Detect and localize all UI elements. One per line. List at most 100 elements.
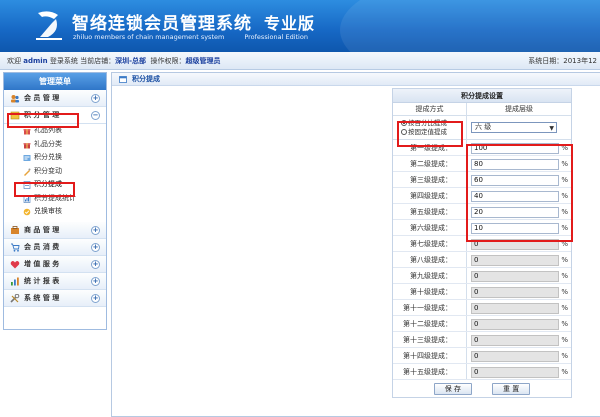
menu-group-consumption[interactable]: 会 员 消 费 +: [4, 238, 106, 256]
reset-button[interactable]: 重 置: [492, 382, 531, 395]
info-bar: 欢迎 admin 登录系统 当前店铺：深圳-总部 操作权限：超级管理员 系统日期…: [0, 52, 600, 70]
expand-icon[interactable]: +: [91, 259, 100, 269]
menu-group-system[interactable]: 系 统 管 理 +: [4, 289, 106, 307]
level-15-input[interactable]: 0: [471, 367, 559, 378]
row-label: 第十二级提成：: [393, 316, 467, 331]
percent-unit: %: [561, 336, 568, 344]
menu-group-members[interactable]: 会 员 管 理 +: [4, 90, 106, 107]
page-icon: [119, 76, 127, 83]
level-select[interactable]: 六 级 ▼: [471, 122, 557, 133]
permission-label: 操作权限：: [150, 57, 186, 65]
logo-icon: [36, 11, 62, 40]
consume-icon: [11, 243, 20, 252]
level-11-input[interactable]: 0: [471, 303, 559, 314]
row-label: 第十四级提成：: [393, 348, 467, 363]
row-label: 第九级提成：: [393, 268, 467, 283]
header-banner: 智络连锁会员管理系统 专业版 zhiluo members of chain ma…: [0, 0, 600, 52]
sidebar-item-exchange-audit[interactable]: 兑换审核: [4, 205, 106, 219]
heart-icon: [10, 260, 20, 268]
sidebar-item-points-exchange[interactable]: 积分兑换: [4, 151, 106, 165]
table-title: 积分提成设置: [393, 89, 571, 103]
table-row: 第十三级提成： 0%: [393, 332, 571, 348]
sidebar-item-label: 积分兑换: [34, 153, 62, 161]
table-header: 提成方式 提成层级: [393, 103, 571, 116]
col-mode-header: 提成方式: [393, 103, 467, 115]
row-label: 第五级提成：: [393, 204, 467, 219]
sidebar-item-label: 积分变动: [34, 166, 62, 175]
save-button[interactable]: 保 存: [433, 382, 472, 395]
current-store: 深圳-总部: [115, 57, 147, 65]
level-13-input[interactable]: 0: [471, 335, 559, 346]
exchange-icon: [23, 155, 31, 161]
chevron-down-icon: ▼: [549, 125, 554, 132]
menu-group-label: 会 员 消 费: [24, 242, 60, 251]
menu-group-label: 系 统 管 理: [24, 293, 60, 302]
table-row: 第九级提成： 0%: [393, 268, 571, 284]
level-12-input[interactable]: 0: [471, 319, 559, 330]
row-label: 第四级提成：: [393, 188, 467, 203]
collapse-icon[interactable]: −: [91, 111, 100, 120]
expand-icon[interactable]: +: [91, 242, 100, 252]
highlight-box-mode: [397, 121, 463, 147]
tools-icon: [10, 293, 20, 303]
highlight-box-points-menu: [7, 113, 79, 128]
menu-group-value-added[interactable]: 增 值 服 务 +: [4, 255, 106, 273]
gift-icon: [23, 129, 31, 135]
breadcrumb: 积分提成: [112, 73, 600, 86]
system-date: 系统日期：2013年12: [528, 57, 597, 65]
level-9-input[interactable]: 0: [471, 271, 559, 282]
expand-icon[interactable]: +: [91, 94, 100, 103]
menu-group-reports[interactable]: 统 计 报 表 +: [4, 272, 106, 290]
row-label: 第三级提成：: [393, 172, 467, 187]
row-label: 第八级提成：: [393, 252, 467, 267]
table-row: 第十二级提成： 0%: [393, 316, 571, 332]
menu-group-label: 增 值 服 务: [24, 259, 60, 268]
row-label: 第六级提成：: [393, 220, 467, 235]
change-icon: [24, 168, 31, 176]
level-8-input[interactable]: 0: [471, 255, 559, 266]
audit-icon: [23, 208, 31, 216]
expand-icon[interactable]: +: [91, 276, 100, 286]
percent-unit: %: [561, 368, 568, 376]
row-label: 第十三级提成：: [393, 332, 467, 347]
highlight-box-commission-item: [14, 182, 75, 197]
table-row: 第八级提成： 0%: [393, 252, 571, 268]
table-row: 第十级提成： 0%: [393, 284, 571, 300]
store-label: 当前店铺：: [80, 57, 116, 65]
expand-icon[interactable]: +: [91, 225, 100, 235]
report-icon: [11, 277, 19, 285]
percent-unit: %: [561, 352, 568, 360]
row-label: 第十级提成：: [393, 284, 467, 299]
percent-unit: %: [561, 256, 568, 264]
row-label: 第十五级提成：: [393, 364, 467, 379]
table-row: 第十五级提成： 0%: [393, 364, 571, 380]
col-level-header: 提成层级: [505, 105, 533, 113]
members-icon: [11, 95, 20, 103]
permission-value: 超级管理员: [185, 57, 221, 65]
app-title: 智络连锁会员管理系统 专业版: [72, 14, 316, 34]
table-row: 第十一级提成： 0%: [393, 300, 571, 316]
percent-unit: %: [561, 320, 568, 328]
username: admin: [23, 57, 48, 65]
sidebar-item-label: 兑换审核: [34, 207, 62, 215]
sidebar-item-label: 礼品分类: [34, 139, 62, 148]
level-10-input[interactable]: 0: [471, 287, 559, 298]
level-14-input[interactable]: 0: [471, 351, 559, 362]
menu-group-label: 会 员 管 理: [24, 94, 60, 102]
login-text: 登录系统: [49, 57, 78, 65]
sidebar-title: 管理菜单: [4, 73, 106, 90]
sidebar: 管理菜单 会 员 管 理 + 积 分 管 理 − 礼品列表 礼品分类 积分兑换 …: [3, 72, 107, 330]
app-edition: 专业版: [264, 14, 316, 33]
app-edition-en: Professional Edition: [244, 33, 308, 41]
gift-category-icon: [23, 142, 31, 148]
sidebar-item-points-change[interactable]: 积分变动: [4, 165, 106, 179]
expand-icon[interactable]: +: [91, 293, 100, 303]
menu-group-goods[interactable]: 商 品 管 理 +: [4, 221, 106, 239]
highlight-box-inputs: [466, 144, 573, 242]
menu-group-label: 商 品 管 理: [24, 225, 60, 234]
page-title: 积分提成: [132, 75, 160, 83]
row-label: 第十一级提成：: [393, 300, 467, 315]
row-label: 第二级提成：: [393, 156, 467, 171]
sidebar-item-gift-category[interactable]: 礼品分类: [4, 138, 106, 152]
percent-unit: %: [561, 272, 568, 280]
